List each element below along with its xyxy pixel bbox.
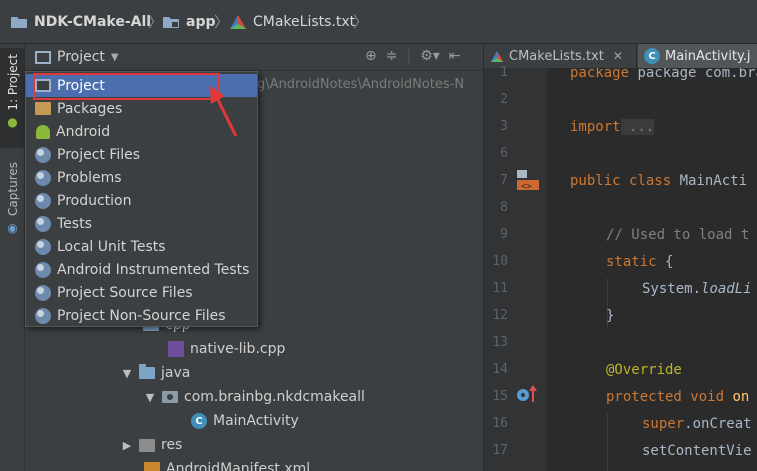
collapse-icon[interactable]: ≑ (386, 48, 398, 64)
line-number: 6 (500, 146, 508, 161)
package-icon (162, 391, 178, 403)
code-line-1: package package com.brainbg.n (570, 68, 757, 81)
chevron-down-icon: ▼ (110, 51, 119, 63)
code-line-15: protected void on (606, 389, 750, 405)
line-number: 10 (492, 254, 508, 269)
tab-captures[interactable]: Captures ◉ (0, 162, 25, 248)
breadcrumb-module[interactable]: app (162, 12, 216, 32)
class-icon: C (644, 48, 660, 64)
scope-icon (35, 192, 51, 209)
scope-icon (35, 284, 51, 301)
override-icon[interactable] (514, 384, 540, 404)
menu-item-local-unit-tests[interactable]: Local Unit Tests (26, 235, 257, 258)
target-icon[interactable]: ⊕ (365, 48, 377, 64)
line-number: 8 (500, 200, 508, 215)
code-line-9: // Used to load t (606, 227, 750, 243)
editor-gutter: 1 2 3 6 7 8 9 10 11 12 13 14 15 16 17 + … (484, 65, 565, 471)
breadcrumb-separator: 〉 (353, 13, 369, 31)
line-number: 11 (492, 281, 508, 296)
code-line-14: @Override (606, 362, 682, 378)
code-line-7: public class MainActi (570, 173, 748, 189)
expand-arrow-icon[interactable]: ▼ (144, 391, 156, 404)
scope-icon (35, 238, 51, 255)
project-panel-header: Project ▼ ⊕ ≑ | ⚙▾ ⇤ (25, 44, 483, 71)
close-icon[interactable]: ✕ (613, 49, 623, 63)
line-number: 13 (492, 335, 508, 350)
tree-folder-res[interactable]: ▶ res (121, 434, 183, 456)
tab-mainactivity[interactable]: C MainActivity.j (638, 44, 757, 68)
line-number: 7 (500, 173, 508, 188)
native-method-icon[interactable]: <> (515, 168, 541, 192)
scope-icon (35, 169, 51, 186)
line-number: 12 (492, 308, 508, 323)
svg-text:<>: <> (521, 182, 532, 192)
line-number: 17 (492, 443, 508, 458)
breadcrumb-separator: 〉 (148, 13, 164, 31)
folder-icon (139, 364, 155, 379)
project-path-text: g\AndroidNotes\AndroidNotes-N (257, 77, 465, 92)
resource-folder-icon (139, 438, 155, 452)
annotation-arrow (210, 86, 238, 137)
code-line-10: static { (606, 254, 674, 270)
code-line-12: } (606, 308, 615, 324)
code-line-16: super.onCreat (642, 416, 752, 432)
tree-file-manifest[interactable]: AndroidManifest.xml (144, 458, 310, 471)
captures-icon: ◉ (7, 220, 18, 235)
menu-item-production[interactable]: Production (26, 189, 257, 212)
breadcrumb-project[interactable]: NDK-CMake-All (10, 12, 151, 32)
breadcrumb-file[interactable]: CMakeLists.txt (229, 12, 355, 32)
packages-icon (35, 102, 51, 115)
cpp-file-icon (168, 341, 184, 357)
code-line-11: System.loadLi (642, 281, 752, 297)
tree-file-native-lib[interactable]: native-lib.cpp (168, 338, 285, 360)
tree-package[interactable]: ▼ com.brainbg.nkdcmakeall (144, 386, 365, 408)
xml-file-icon (144, 462, 160, 471)
gear-icon[interactable]: ⚙▾ (420, 48, 440, 64)
expand-arrow-icon[interactable]: ▼ (121, 367, 133, 380)
cmake-icon (490, 50, 504, 62)
line-number: 2 (500, 92, 508, 107)
android-icon (36, 124, 50, 139)
tab-project[interactable]: 1: Project ● (0, 48, 25, 148)
module-folder-icon (163, 17, 179, 28)
folder-icon (11, 17, 27, 28)
line-number: 15 (492, 389, 508, 404)
breadcrumb-separator: 〉 (214, 13, 230, 31)
scope-icon (35, 146, 51, 163)
project-view-icon (35, 50, 51, 64)
class-icon: C (191, 413, 207, 429)
cmake-icon (230, 15, 246, 29)
project-icon (35, 79, 51, 92)
menu-item-tests[interactable]: Tests (26, 212, 257, 235)
android-icon: ● (7, 114, 18, 129)
tree-class-mainactivity[interactable]: C MainActivity (191, 410, 299, 432)
scope-icon (35, 307, 51, 324)
collapse-arrow-icon[interactable]: ▶ (121, 439, 133, 452)
line-number: 1 (500, 65, 508, 80)
menu-item-problems[interactable]: Problems (26, 166, 257, 189)
code-line-17: setContentVie (642, 443, 752, 459)
view-selector[interactable]: Project ▼ (35, 49, 119, 65)
left-tool-strip: 1: Project ● Captures ◉ (0, 44, 25, 471)
line-number: 9 (500, 227, 508, 242)
code-line-3: import ... (570, 119, 655, 135)
menu-item-project-source-files[interactable]: Project Source Files (26, 281, 257, 304)
menu-item-project-non-source-files[interactable]: Project Non-Source Files (26, 304, 257, 327)
hide-icon[interactable]: ⇤ (449, 48, 461, 64)
tree-folder-java[interactable]: ▼ java (121, 362, 190, 384)
editor-tab-bar: CMakeLists.txt ✕ C MainActivity.j (484, 44, 757, 68)
scope-icon (35, 215, 51, 232)
navigation-bar: NDK-CMake-All 〉 app 〉 CMakeLists.txt 〉 (0, 0, 757, 44)
menu-item-project-files[interactable]: Project Files (26, 143, 257, 166)
line-number: 16 (492, 416, 508, 431)
line-number: 14 (492, 362, 508, 377)
code-editor[interactable]: package package com.brainbg.n import ...… (547, 68, 757, 471)
line-number: 3 (500, 119, 508, 134)
menu-item-android-instrumented-tests[interactable]: Android Instrumented Tests (26, 258, 257, 281)
scope-icon (35, 261, 51, 278)
